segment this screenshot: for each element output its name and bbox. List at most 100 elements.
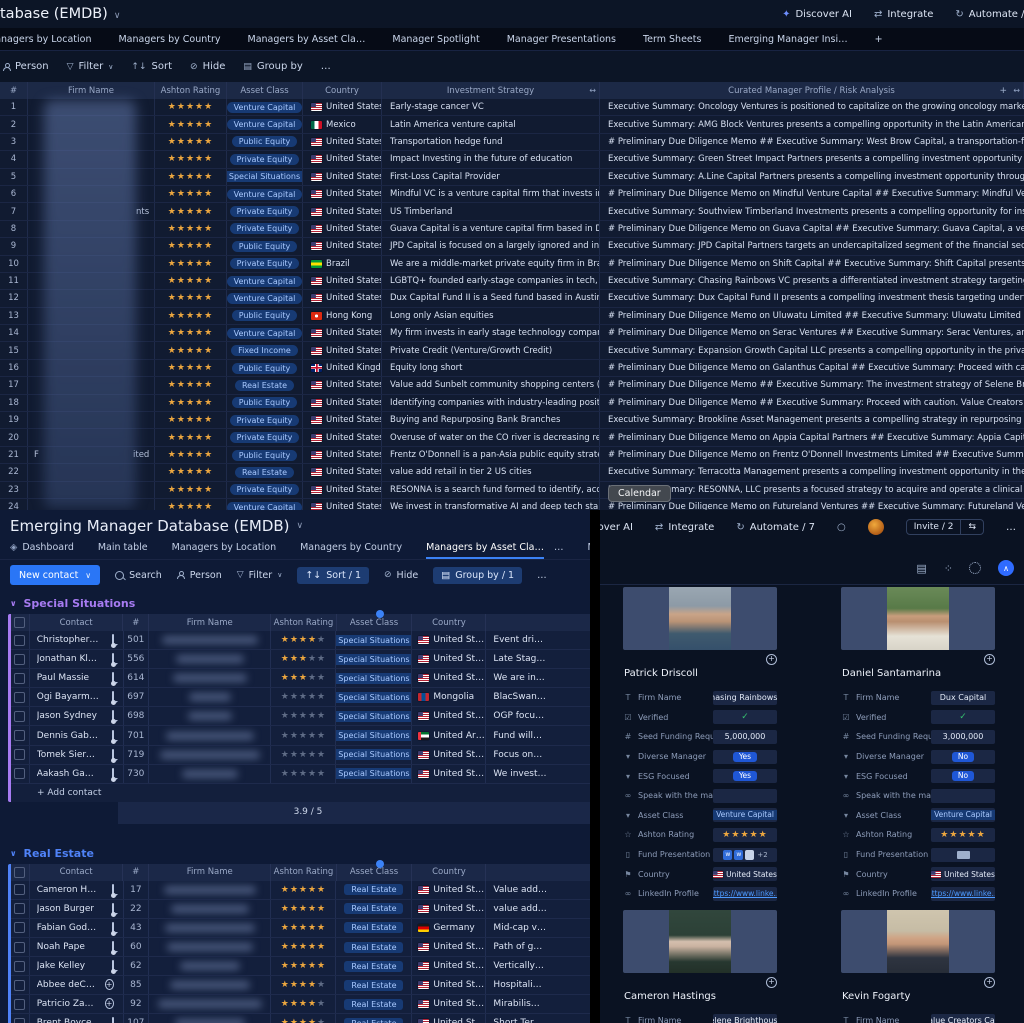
contact-cell[interactable]: Cameron Hastings — [30, 881, 124, 899]
app-title[interactable]: Emerging Manager Database (EMDB)∨ — [0, 510, 590, 535]
field-value-seed-funding-reque[interactable]: 3,000,000 — [931, 730, 995, 744]
add-field-icon[interactable]: + — [999, 86, 1007, 96]
firm-name-cell[interactable] — [149, 976, 271, 994]
investment-strategy-cell[interactable]: BlacSwan… — [486, 688, 590, 706]
table-row[interactable]: Christopher Wirt…501★★★★★Special Situati… — [11, 631, 590, 650]
curated-profile-cell[interactable]: Executive Summary: A.Line Capital Partne… — [600, 169, 1024, 185]
ashton-rating-cell[interactable]: ★★★★★ — [271, 631, 336, 649]
field-value-verified[interactable]: ✓ — [713, 710, 777, 724]
country-cell[interactable]: United States — [412, 746, 486, 764]
table-row[interactable]: 8★★★★★Private EquityUnited StatesGuava C… — [0, 221, 1024, 238]
field-value-seed-funding-reque[interactable]: 5,000,000 — [713, 730, 777, 744]
firm-name-cell[interactable] — [149, 1014, 271, 1023]
country-cell[interactable]: United States — [412, 881, 486, 899]
table-row[interactable]: Jason Burger22★★★★★Real EstateUnited Sta… — [11, 900, 590, 919]
tab-emerging-manager-insi[interactable]: Emerging Manager Insi… — [728, 34, 847, 45]
chat-bubble-icon[interactable] — [112, 692, 114, 702]
country-cell[interactable]: United States — [412, 938, 486, 956]
contact-cell[interactable]: Brent Boyce — [30, 1014, 124, 1023]
user-avatar[interactable] — [868, 519, 884, 535]
toolbar-group-by-button[interactable]: ▤Group by — [243, 61, 302, 72]
column-header-[interactable]: # — [0, 82, 28, 99]
firm-name-cell[interactable] — [149, 631, 271, 649]
asset-class-cell[interactable]: Real Estate — [336, 900, 412, 918]
table-row[interactable]: Aakash Gautam730★★★★★Special SituationsU… — [11, 765, 590, 784]
add-comment-icon[interactable]: + — [105, 980, 114, 990]
curated-profile-cell[interactable]: Executive Summary: Southview Timberland … — [600, 203, 1024, 219]
row-checkbox-cell[interactable] — [11, 938, 30, 956]
field-value-esg-focused[interactable]: Yes — [713, 769, 777, 783]
investment-strategy-cell[interactable]: Fund will… — [486, 726, 590, 744]
asset-class-cell[interactable]: Real Estate — [336, 995, 412, 1013]
investment-strategy-cell[interactable]: We are in… — [486, 669, 590, 687]
table-row[interactable]: 1★★★★★Venture CapitalUnited StatesEarly-… — [0, 99, 1024, 116]
tab-managers-by-country[interactable]: Managers by Country — [118, 34, 220, 45]
curated-profile-cell[interactable]: Executive Summary: Oncology Ventures is … — [600, 99, 1024, 115]
firm-name-cell[interactable] — [149, 938, 271, 956]
add-comment-icon[interactable]: + — [984, 654, 995, 665]
group-by-button[interactable]: ▤Group by / 1 — [433, 567, 522, 584]
table-row[interactable]: 22★★★★★Real EstateUnited Statesvalue add… — [0, 464, 1024, 481]
ashton-rating-cell[interactable]: ★★★★★ — [271, 900, 336, 918]
table-row[interactable]: Abbee deConant…+85★★★★★Real EstateUnited… — [11, 976, 590, 995]
contact-cell[interactable]: Ogi Bayarmagnai — [30, 688, 124, 706]
curated-profile-cell[interactable]: Executive Summary: AMG Block Ventures pr… — [600, 116, 1024, 132]
ashton-rating-cell[interactable]: ★★★★★ — [155, 429, 227, 445]
row-checkbox-cell[interactable] — [11, 631, 30, 649]
row-checkbox-cell[interactable] — [11, 726, 30, 744]
firm-name-cell[interactable] — [149, 995, 271, 1013]
investment-strategy-cell[interactable]: Late Stag… — [486, 650, 590, 668]
asset-class-cell[interactable]: Public Equity — [227, 238, 303, 254]
investment-strategy-cell[interactable]: Value add… — [486, 881, 590, 899]
asset-class-cell[interactable]: Public Equity — [227, 395, 303, 411]
table-row[interactable]: Dennis Gabriele701★★★★★Special Situation… — [11, 726, 590, 745]
investment-strategy-cell[interactable]: value add… — [486, 900, 590, 918]
contact-cell[interactable]: Fabian Godbersen — [30, 919, 124, 937]
row-checkbox-cell[interactable] — [11, 688, 30, 706]
row-checkbox[interactable] — [14, 1018, 25, 1023]
ashton-rating-cell[interactable]: ★★★★★ — [155, 482, 227, 498]
investment-strategy-cell[interactable]: Focus on… — [486, 746, 590, 764]
table-row[interactable]: 24★★★★★Venture CapitalUnited StatesWe in… — [0, 499, 1024, 510]
column-header-country[interactable]: Country — [303, 82, 382, 99]
row-checkbox[interactable] — [14, 673, 25, 684]
investment-strategy-cell[interactable]: Event dri… — [486, 631, 590, 649]
chat-bubble-icon[interactable] — [112, 711, 114, 721]
field-value-diverse-manager[interactable]: Yes — [713, 750, 777, 764]
country-cell[interactable]: United States — [303, 273, 382, 289]
select-all-checkbox[interactable] — [14, 617, 25, 628]
field-value-verified[interactable]: ✓ — [931, 710, 995, 724]
menu-item-discover-ai[interactable]: ✦Discover AI — [782, 9, 852, 20]
asset-class-cell[interactable]: Venture Capital — [227, 99, 303, 115]
more-options-button[interactable]: … — [1006, 522, 1016, 533]
asset-class-cell[interactable]: Special Situations — [336, 726, 412, 744]
table-row[interactable]: 4★★★★★Private EquityUnited StatesImpact … — [0, 151, 1024, 168]
asset-class-cell[interactable]: Special Situations — [336, 765, 412, 783]
table-row[interactable]: Fabian Godbersen43★★★★★Real EstateGerman… — [11, 919, 590, 938]
investment-strategy-cell[interactable]: We are a middle-market private equity fi… — [382, 256, 600, 272]
firm-name-cell[interactable] — [149, 726, 271, 744]
investment-strategy-cell[interactable]: RESONNA is a search fund formed to ident… — [382, 482, 600, 498]
column-header-[interactable]: # — [123, 864, 149, 881]
investment-strategy-cell[interactable]: Latin America venture capital — [382, 116, 600, 132]
ashton-rating-cell[interactable]: ★★★★★ — [155, 412, 227, 428]
row-checkbox-cell[interactable] — [11, 976, 30, 994]
asset-class-cell[interactable]: Private Equity — [227, 256, 303, 272]
chat-bubble-icon[interactable] — [112, 769, 114, 779]
toolbar-person-button[interactable]: Person — [2, 61, 49, 72]
ashton-rating-cell[interactable]: ★★★★★ — [271, 995, 336, 1013]
row-checkbox[interactable] — [14, 635, 25, 646]
menu-item-automate-7[interactable]: ↻Automate / 7 — [736, 522, 815, 533]
investment-strategy-cell[interactable]: value add retail in tier 2 US cities — [382, 464, 600, 480]
column-header-ashton-rating[interactable]: Ashton Rating — [271, 614, 336, 631]
column-header-asset-class[interactable]: Asset Class — [337, 864, 413, 881]
asset-class-cell[interactable]: Real Estate — [336, 1014, 412, 1023]
table-row[interactable]: Jake Kelley62★★★★★Real EstateUnited Stat… — [11, 957, 590, 976]
group-header-real-estate[interactable]: ∨Real Estate — [0, 847, 590, 860]
row-checkbox-cell[interactable] — [11, 881, 30, 899]
contact-cell[interactable]: Christopher Wirt… — [30, 631, 124, 649]
investment-strategy-cell[interactable]: Buying and Repurposing Bank Branches — [382, 412, 600, 428]
contact-cell[interactable]: Jason Burger — [30, 900, 124, 918]
country-cell[interactable]: Mongolia — [412, 688, 486, 706]
field-value-fund-presentation[interactable] — [931, 848, 995, 862]
